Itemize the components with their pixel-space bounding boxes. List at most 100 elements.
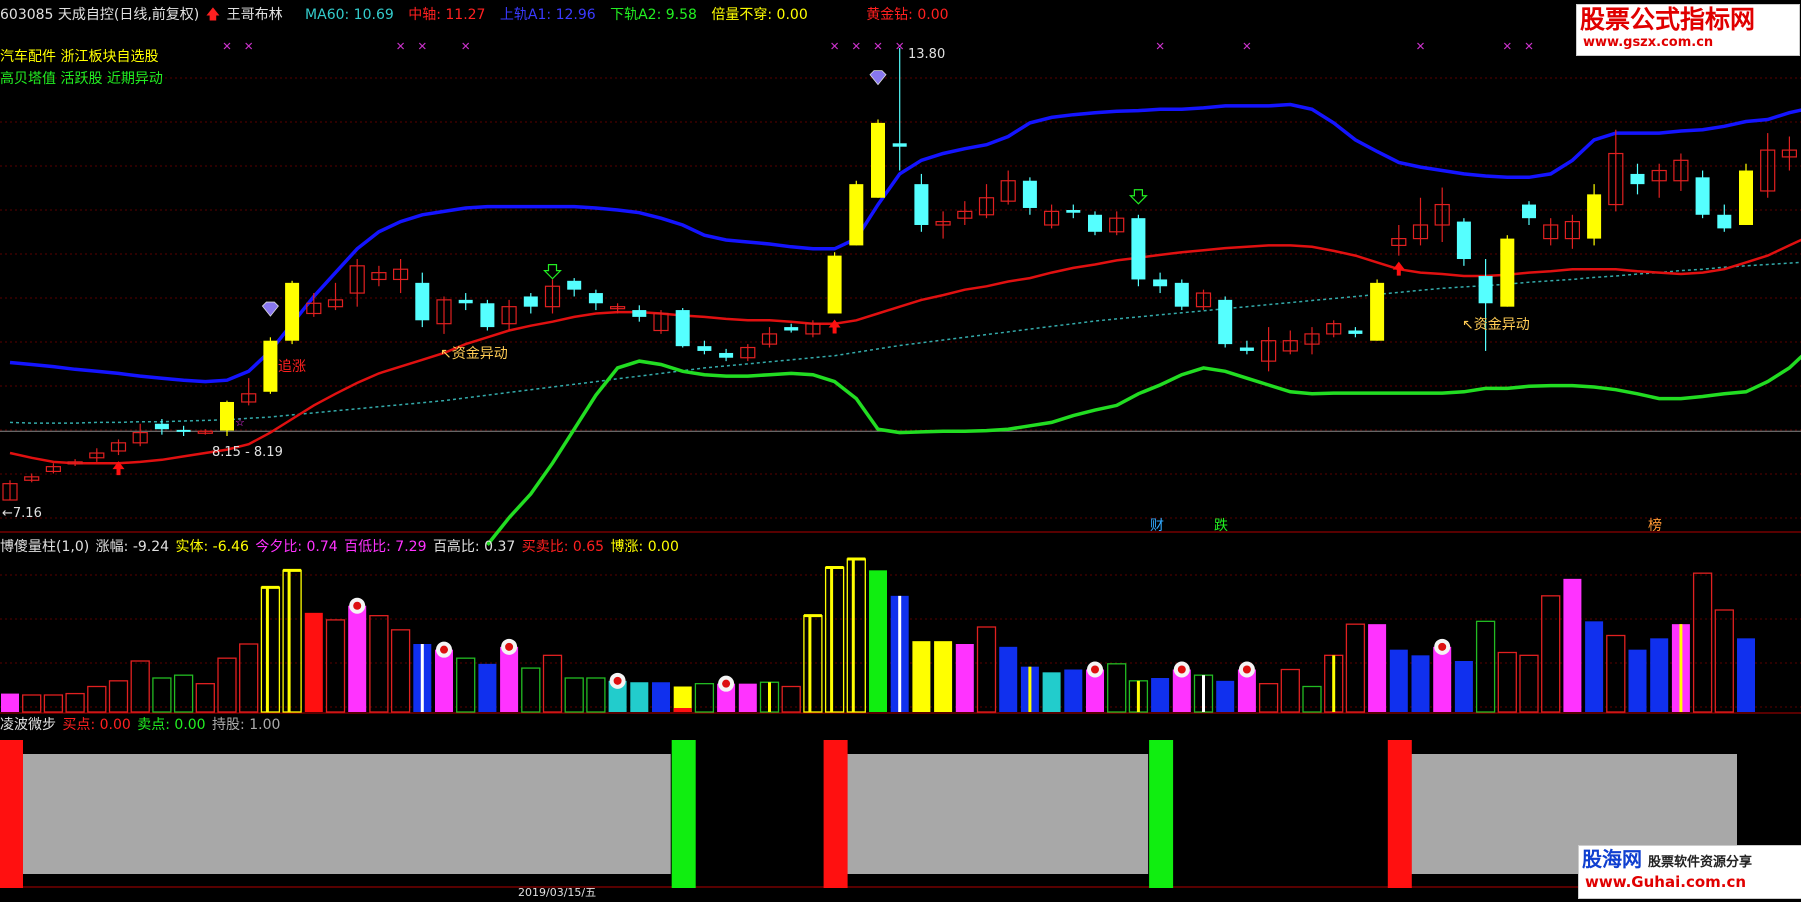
buy-point-value: 买点: 0.00: [62, 717, 130, 733]
volume-bar: [956, 644, 974, 712]
buy-signal-bar: [824, 740, 848, 888]
volume-header: 博傻量柱(1,0) 涨幅: -9.24 实体: -6.46 今夕比: 0.74 …: [0, 538, 681, 556]
volume-bar: [478, 664, 496, 712]
candle-body: [1631, 174, 1645, 184]
high-price-label: 13.80: [908, 46, 945, 64]
candle-body: [871, 123, 885, 198]
candle-body: [567, 281, 581, 290]
volume-bar: [1151, 678, 1169, 712]
concept-line-1: 汽车配件 浙江板块自选股: [0, 48, 158, 66]
candle-body: [1370, 283, 1384, 341]
candle-body: [155, 424, 169, 429]
volume-bar: [934, 641, 952, 712]
candle-body: [589, 293, 603, 303]
volume-bar: [500, 647, 518, 712]
volume-bar: [305, 613, 323, 712]
watermark-bottom-title: 股海网: [1579, 846, 1642, 872]
volume-bar: [348, 606, 366, 712]
indicator-name: 王哥布林: [227, 7, 283, 23]
candle-body: [263, 341, 277, 392]
sell-signal-bar: [672, 740, 696, 888]
candle-body: [914, 184, 928, 225]
hundred-high-ratio: 百高比: 0.37: [433, 539, 515, 555]
buy-sell-ratio: 买卖比: 0.65: [522, 539, 604, 555]
chase-label: 追涨: [278, 358, 306, 376]
body-value: 实体: -6.46: [176, 539, 249, 555]
range-label: 8.15 - 8.19: [212, 444, 283, 462]
buy-signal-bar: [0, 740, 23, 888]
low-price-arrow: ←7.16: [2, 505, 44, 523]
candle-body: [893, 143, 907, 146]
hundred-low-ratio: 百低比: 7.29: [344, 539, 426, 555]
today-ratio: 今夕比: 0.74: [255, 539, 337, 555]
volume-flag-value: 倍量不穿: 0.00: [711, 7, 807, 23]
watermark-top-title: 股票公式指标网: [1577, 5, 1799, 35]
low-price-label: 7.16: [13, 506, 42, 521]
volume-bar: [1585, 621, 1603, 712]
signal-header: 凌波微步 买点: 0.00 卖点: 0.00 持股: 1.00: [0, 716, 282, 734]
candle-body: [1153, 279, 1167, 286]
watermark-bottom: 股海网 股票软件资源分享 www.Guhai.com.cn: [1578, 845, 1801, 899]
upper-value: 上轨A1: 12.96: [500, 7, 596, 23]
volume-bar: [1412, 655, 1430, 712]
candle-body: [1479, 276, 1493, 303]
candle-body: [1739, 171, 1753, 225]
stock-code-name: 603085 天成自控(日线,前复权): [0, 7, 199, 23]
stock-chart-window: ☆ 603085 天成自控(日线,前复权) 🡅 王哥布林 MA60: 10.69…: [0, 0, 1801, 898]
candle-body: [1066, 210, 1080, 213]
candle-body: [220, 402, 234, 431]
candle-body: [177, 430, 191, 432]
candle-body: [1023, 181, 1037, 208]
sell-point-value: 卖点: 0.00: [137, 717, 205, 733]
holding-value: 持股: 1.00: [212, 717, 280, 733]
gamble-rise: 博涨: 0.00: [611, 539, 679, 555]
watermark-bottom-subtitle: 股票软件资源分享: [1648, 851, 1752, 870]
candle-body: [1522, 205, 1536, 219]
volume-bar: [1629, 650, 1647, 712]
volume-bar: [1455, 661, 1473, 712]
volume-indicator-name: 博傻量柱(1,0): [0, 539, 89, 555]
candle-body: [1587, 194, 1601, 238]
fund-anomaly-label-1: ↖资金异动: [440, 345, 508, 363]
up-arrow-icon: 🡅: [206, 7, 220, 23]
drop-marker: 跌: [1214, 517, 1228, 535]
volume-bar: [1563, 579, 1581, 712]
volume-bar: [1390, 650, 1408, 712]
candle-body: [1696, 177, 1710, 214]
candle-body: [1457, 222, 1471, 259]
fund-anomaly-label-2: ↖资金异动: [1462, 316, 1530, 334]
volume-bar: [1737, 638, 1755, 712]
candle-body: [459, 300, 473, 303]
buy-signal-bar: [1388, 740, 1412, 888]
volume-badge-dot: [1438, 643, 1446, 651]
volume-bar: [912, 641, 930, 712]
watermark-top: 股票公式指标网 www.gszx.com.cn: [1576, 4, 1800, 56]
volume-bar: [1433, 647, 1451, 712]
volume-bar: [1, 694, 19, 712]
volume-badge-dot: [1091, 666, 1099, 674]
volume-badge-dot: [614, 677, 622, 685]
ranking-marker: 榜: [1648, 517, 1662, 535]
volume-bar: [1043, 672, 1061, 712]
finance-marker: 财: [1150, 517, 1164, 535]
candle-body: [719, 353, 733, 358]
candle-body: [1500, 239, 1514, 307]
change-pct: 涨幅: -9.24: [96, 539, 169, 555]
candle-body: [697, 346, 711, 351]
main-header: 603085 天成自控(日线,前复权) 🡅 王哥布林 MA60: 10.69 中…: [0, 6, 951, 24]
holding-zone: [847, 754, 1149, 874]
signal-indicator-name: 凌波微步: [0, 717, 56, 733]
candle-body: [1088, 215, 1102, 232]
volume-badge-dot: [1243, 666, 1251, 674]
volume-bar: [869, 570, 887, 712]
gold-value: 黄金钻: 0.00: [866, 7, 948, 23]
volume-badge-dot: [1178, 666, 1186, 674]
volume-badge-dot: [353, 602, 361, 610]
candle-body: [1717, 215, 1731, 229]
volume-bar: [652, 682, 670, 712]
watermark-top-url: www.gszx.com.cn: [1577, 35, 1799, 51]
volume-bar-base: [674, 708, 692, 712]
volume-bar: [1064, 670, 1082, 713]
volume-badge-dot: [440, 646, 448, 654]
candle-body: [676, 310, 690, 346]
